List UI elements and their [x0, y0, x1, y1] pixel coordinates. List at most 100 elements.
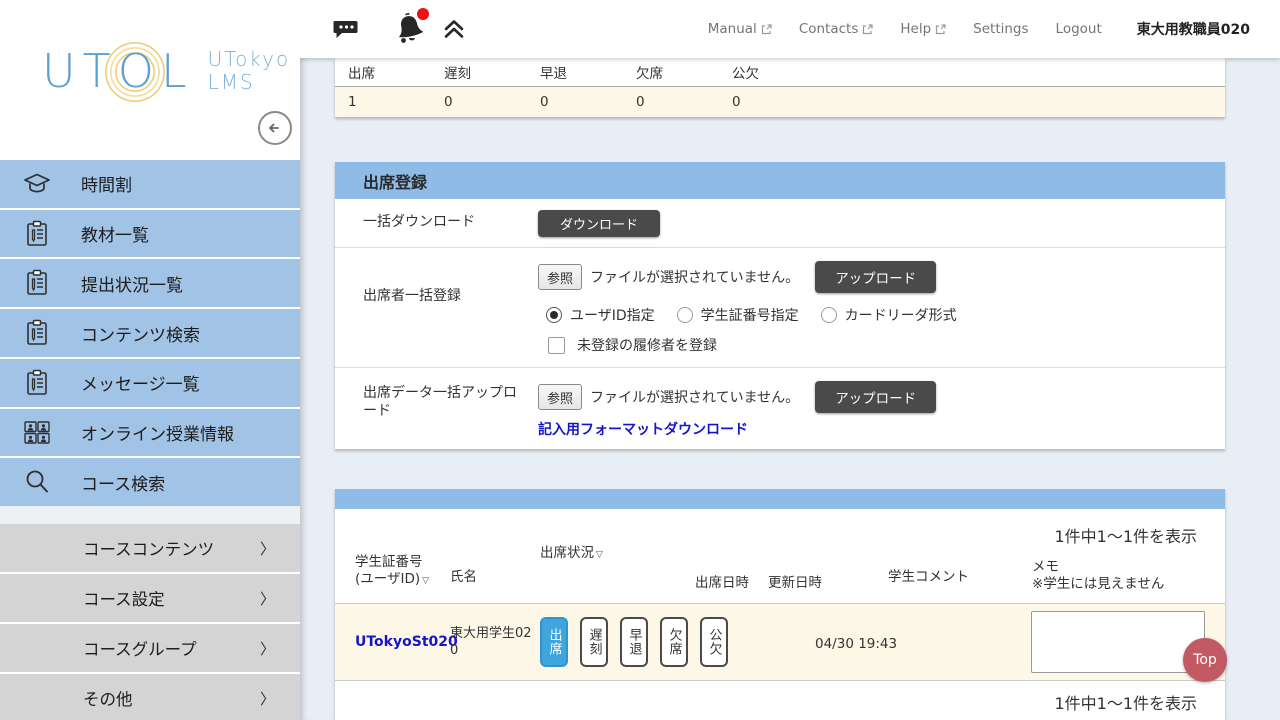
- utol-logo: UTOL UTokyo LMS: [42, 48, 290, 94]
- column-header-attend-time: 出席日時: [695, 575, 749, 593]
- sidebar-item-label: メッセージ一覧: [81, 370, 200, 395]
- logo-text: UTOL: [42, 48, 194, 94]
- no-file-selected-text: ファイルが選択されていません。: [590, 387, 799, 407]
- download-button[interactable]: ダウンロード: [538, 210, 660, 237]
- radio-icon: [677, 307, 693, 323]
- sidebar-item-label: 提出状況一覧: [81, 271, 183, 296]
- chevron-right-icon: 〉: [260, 688, 275, 709]
- sidebar-item-label: コースグループ: [83, 636, 197, 660]
- student-row: UTokyoSt020 東大用学生020 出席 遅刻 早退 欠席 公欠 04/3…: [335, 603, 1225, 681]
- summary-value-row: 1 0 0 0 0: [335, 87, 1225, 117]
- table-footer: 1件中1〜1件を表示: [335, 681, 1225, 720]
- radio-card-reader[interactable]: カードリーダ形式: [821, 305, 957, 325]
- sidebar-collapse-button[interactable]: [258, 111, 292, 145]
- summary-value: 0: [623, 94, 719, 110]
- topbar-icons: [333, 12, 466, 46]
- sidebar-item-label: コース検索: [81, 470, 165, 495]
- message-icon[interactable]: [333, 16, 360, 43]
- attendee-bulk-label: 出席者一括登録: [335, 248, 538, 367]
- browse-button[interactable]: 参照: [538, 384, 582, 410]
- people-grid-icon: [22, 419, 52, 445]
- sidebar-item-course-search[interactable]: コース検索: [0, 458, 300, 506]
- clipboard-icon: [22, 369, 52, 397]
- sidebar-item-label: 教材一覧: [81, 221, 149, 246]
- manual-link[interactable]: Manual: [708, 21, 772, 37]
- utol-lms-page: UTOL UTokyo LMS 時間割: [0, 0, 1280, 720]
- student-attendance-table: 1件中1〜1件を表示 学生証番号 (ユーザID)▽ 氏名 出席状況▽ 出席日時 …: [335, 489, 1225, 720]
- topbar: Manual Contacts Help Settings Logout 東: [300, 0, 1280, 58]
- radio-user-id[interactable]: ユーザID指定: [546, 305, 655, 325]
- sidebar-divider-strip: [0, 506, 300, 524]
- summary-value: 0: [719, 94, 815, 110]
- chevron-right-icon: 〉: [260, 638, 275, 659]
- student-name: 東大用学生020: [450, 626, 532, 660]
- status-button-excused-absence[interactable]: 公欠: [700, 617, 728, 667]
- checkbox-icon[interactable]: [548, 337, 565, 354]
- sort-icon[interactable]: ▽: [596, 550, 603, 560]
- collapse-up-icon[interactable]: [442, 17, 466, 41]
- radio-icon: [546, 307, 562, 323]
- help-link[interactable]: Help: [900, 21, 946, 37]
- no-file-selected-text: ファイルが選択されていません。: [590, 267, 799, 287]
- student-id-link[interactable]: UTokyoSt020: [355, 634, 458, 650]
- browse-button[interactable]: 参照: [538, 264, 582, 290]
- main-area: Manual Contacts Help Settings Logout 東: [300, 0, 1280, 720]
- upload-button[interactable]: アップロード: [815, 261, 936, 293]
- summary-value: 1: [335, 94, 431, 110]
- sidebar-item-timetable[interactable]: 時間割: [0, 160, 300, 208]
- sidebar-item-online-class-info[interactable]: オンライン授業情報: [0, 409, 300, 457]
- checkbox-label: 未登録の履修者を登録: [577, 335, 717, 355]
- upload-button[interactable]: アップロード: [815, 381, 936, 413]
- sidebar-item-course-contents[interactable]: コースコンテンツ 〉: [0, 524, 300, 572]
- logo-tagline: UTokyo LMS: [208, 48, 291, 94]
- contacts-link[interactable]: Contacts: [799, 21, 874, 37]
- sidebar-item-label: コース設定: [83, 586, 165, 610]
- sidebar-item-messages[interactable]: メッセージ一覧: [0, 359, 300, 407]
- sidebar-item-course-group[interactable]: コースグループ 〉: [0, 624, 300, 672]
- status-button-group: 出席 遅刻 早退 欠席 公欠: [540, 617, 728, 667]
- update-time-value: 04/30 19:43: [815, 636, 897, 652]
- id-type-radio-group: ユーザID指定 学生証番号指定 カードリーダ形式: [546, 305, 1215, 325]
- summary-header: 欠席: [623, 62, 719, 82]
- sidebar-item-course-settings[interactable]: コース設定 〉: [0, 574, 300, 622]
- format-download-link[interactable]: 記入用フォーマットダウンロード: [538, 419, 748, 439]
- attendance-data-upload-row: 出席データ一括アップロード 参照 ファイルが選択されていません。 アップロード …: [335, 368, 1225, 449]
- result-count-text-bottom: 1件中1〜1件を表示: [1054, 690, 1197, 714]
- status-button-late[interactable]: 遅刻: [580, 617, 608, 667]
- status-button-present[interactable]: 出席: [540, 617, 568, 667]
- data-upload-label: 出席データ一括アップロード: [335, 368, 538, 449]
- sidebar-item-label: 時間割: [81, 171, 132, 196]
- summary-header: 公欠: [719, 62, 815, 82]
- column-header-status[interactable]: 出席状況▽: [540, 545, 603, 563]
- bulk-download-row: 一括ダウンロード ダウンロード: [335, 199, 1225, 248]
- radio-student-card-number[interactable]: 学生証番号指定: [677, 305, 799, 325]
- column-header-name: 氏名: [450, 569, 477, 587]
- bulk-download-label: 一括ダウンロード: [335, 199, 538, 247]
- logout-link[interactable]: Logout: [1056, 21, 1102, 37]
- summary-header: 遅刻: [431, 62, 527, 82]
- column-header-memo: メモ ※学生には見えません: [1032, 559, 1164, 594]
- sidebar-item-label: コースコンテンツ: [83, 536, 214, 560]
- back-arrow-icon: [266, 119, 284, 137]
- status-button-absent[interactable]: 欠席: [660, 617, 688, 667]
- notification-bell-icon[interactable]: [394, 12, 426, 46]
- sidebar-item-submission-status[interactable]: 提出状況一覧: [0, 259, 300, 307]
- sidebar-item-content-search[interactable]: コンテンツ検索: [0, 309, 300, 357]
- scroll-to-top-button[interactable]: Top: [1183, 638, 1227, 682]
- clipboard-icon: [22, 220, 52, 248]
- attendee-bulk-register-row: 出席者一括登録 参照 ファイルが選択されていません。 アップロード ユーザID指…: [335, 248, 1225, 368]
- status-button-early-leave[interactable]: 早退: [620, 617, 648, 667]
- sidebar-item-materials[interactable]: 教材一覧: [0, 210, 300, 258]
- column-header-update-time: 更新日時: [768, 575, 822, 593]
- content-area: 出席 遅刻 早退 欠席 公欠 1 0 0 0 0 出席登録 一括ダ: [335, 58, 1225, 720]
- sort-icon[interactable]: ▽: [422, 576, 429, 586]
- settings-link[interactable]: Settings: [973, 21, 1028, 37]
- table-header-bar: [335, 489, 1225, 509]
- sidebar-menu: 時間割 教材一覧 提出状況一覧 コンテンツ検索: [0, 160, 300, 506]
- column-header-student-id[interactable]: 学生証番号 (ユーザID)▽: [355, 554, 429, 589]
- topbar-links: Manual Contacts Help Settings Logout 東: [708, 19, 1280, 39]
- sidebar-item-others[interactable]: その他 〉: [0, 674, 300, 720]
- summary-value: 0: [527, 94, 623, 110]
- memo-textarea[interactable]: [1031, 611, 1205, 673]
- summary-header: 出席: [335, 62, 431, 82]
